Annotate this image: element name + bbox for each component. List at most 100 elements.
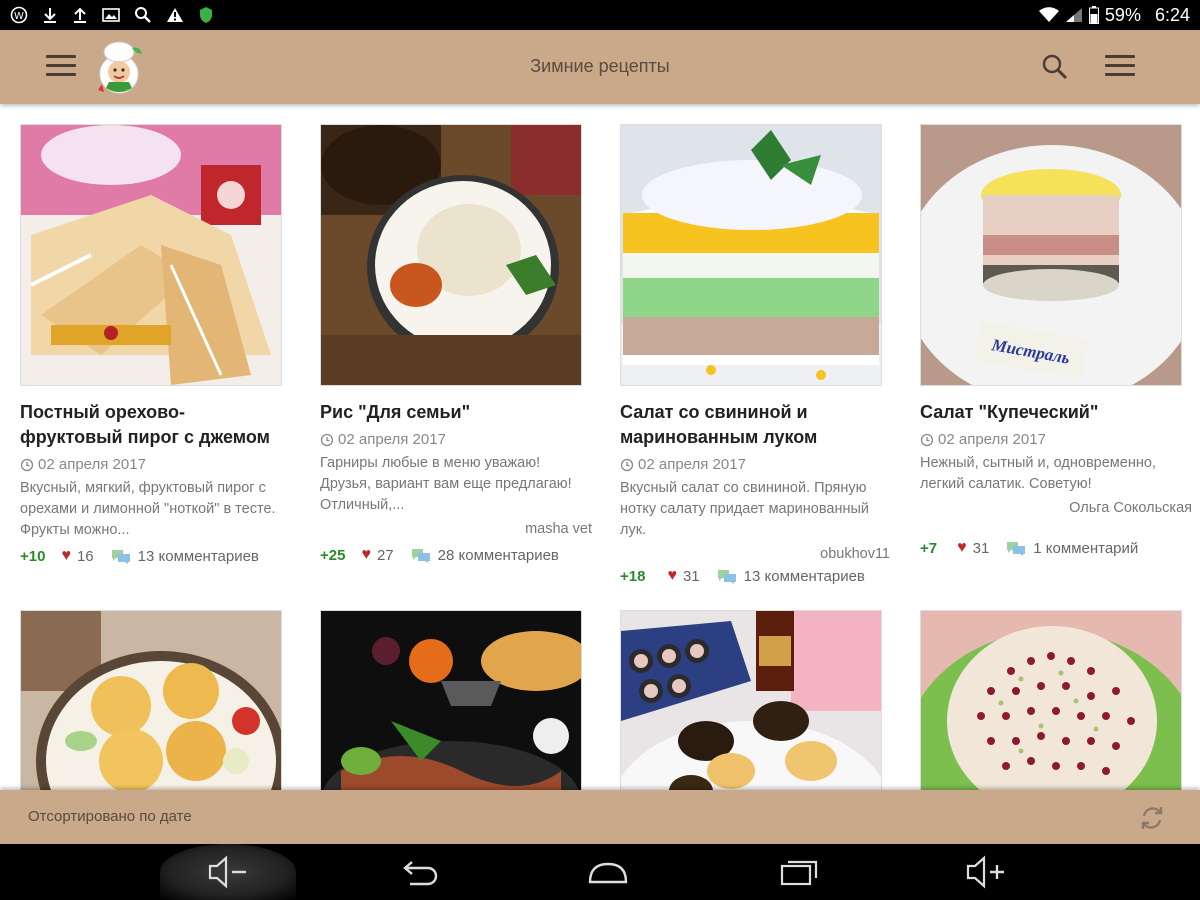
recipe-author[interactable]: masha vet bbox=[320, 518, 592, 540]
rating-count: +25 bbox=[320, 546, 346, 564]
recipe-description: Гарниры любые в меню уважаю! Друзья, вар… bbox=[320, 455, 572, 513]
battery-icon bbox=[1088, 6, 1099, 24]
shield-icon bbox=[200, 7, 212, 23]
recipe-card[interactable]: Салат со свининой и маринованным луком 0… bbox=[620, 124, 890, 585]
recipe-photo[interactable] bbox=[620, 124, 882, 386]
recipe-photo[interactable] bbox=[20, 610, 282, 790]
recipe-photo[interactable] bbox=[920, 610, 1182, 790]
recipe-stats: +7 ♥ 31 1 комментарий bbox=[920, 539, 1182, 557]
recipe-title[interactable]: Салат со свининой и маринованным луком bbox=[620, 400, 882, 450]
recipe-title[interactable]: Постный орехово-фруктовый пирог с джемом bbox=[20, 400, 282, 450]
recipe-stats: +10 ♥ 16 13 комментариев bbox=[20, 547, 282, 565]
upload-icon bbox=[74, 7, 86, 23]
volume-up-icon bbox=[966, 855, 1004, 889]
wifi-icon bbox=[1038, 7, 1059, 22]
comments-icon bbox=[717, 570, 736, 584]
wordpress-icon: W bbox=[10, 6, 28, 24]
search-button[interactable] bbox=[1040, 52, 1070, 82]
recipe-card[interactable] bbox=[620, 610, 882, 790]
clock-icon bbox=[320, 433, 334, 447]
recipe-date: 02 апреля 2017 bbox=[620, 454, 882, 476]
search-icon bbox=[1042, 54, 1068, 80]
likes-count: 31 bbox=[682, 567, 700, 585]
likes-count: 31 bbox=[972, 539, 990, 557]
recipe-card[interactable]: Мистраль Салат "Купеческий" 02 апреля 20… bbox=[920, 124, 1192, 557]
comments-icon bbox=[111, 550, 130, 564]
recipe-description: Вкусный салат со свининой. Пряную нотку … bbox=[620, 480, 869, 538]
heart-icon[interactable]: ♥ bbox=[61, 547, 71, 565]
app-bar: Зимние рецепты bbox=[0, 30, 1200, 104]
image-icon bbox=[102, 8, 120, 22]
recipe-author[interactable]: Ольга Сокольская bbox=[920, 497, 1192, 519]
comments-icon bbox=[1007, 542, 1026, 556]
signal-icon bbox=[1065, 8, 1082, 22]
chef-logo[interactable] bbox=[92, 38, 146, 96]
download-icon bbox=[44, 8, 56, 23]
back-button[interactable] bbox=[396, 854, 440, 890]
rating-count: +18 bbox=[620, 567, 646, 585]
likes-count: 27 bbox=[376, 546, 394, 564]
recent-apps-icon bbox=[780, 860, 818, 886]
comments-count[interactable]: 13 комментариев bbox=[138, 548, 259, 565]
recipe-card[interactable] bbox=[320, 610, 582, 790]
recipe-date-text: 02 апреля 2017 bbox=[38, 456, 146, 473]
heart-icon[interactable]: ♥ bbox=[361, 546, 371, 564]
clock-icon bbox=[620, 458, 634, 472]
recipe-stats: +18 ♥ 31 13 комментариев bbox=[620, 567, 882, 585]
recipe-card[interactable]: Постный орехово-фруктовый пирог с джемом… bbox=[20, 124, 282, 565]
recipe-card[interactable] bbox=[920, 610, 1182, 790]
chef-logo-icon bbox=[98, 41, 142, 94]
volume-down-button[interactable] bbox=[206, 854, 250, 890]
volume-down-icon bbox=[208, 855, 246, 889]
recipe-title[interactable]: Рис "Для семьи" bbox=[320, 400, 582, 425]
comments-count[interactable]: 13 комментариев bbox=[744, 568, 865, 585]
status-bar: W 59% 6:24 bbox=[0, 0, 1200, 30]
back-icon bbox=[403, 861, 438, 886]
recipe-date: 02 апреля 2017 bbox=[320, 429, 582, 451]
sort-label[interactable]: Отсортировано по дате bbox=[28, 808, 192, 825]
refresh-icon bbox=[1141, 807, 1163, 829]
recipe-stats: +25 ♥ 27 28 комментариев bbox=[320, 546, 582, 564]
battery-percent: 59% bbox=[1104, 4, 1141, 25]
refresh-button[interactable] bbox=[1136, 802, 1168, 834]
recipe-date: 02 апреля 2017 bbox=[20, 454, 282, 476]
heart-icon[interactable]: ♥ bbox=[667, 567, 677, 585]
recipe-author[interactable]: obukhov11 bbox=[620, 543, 890, 565]
page-title: Зимние рецепты bbox=[530, 56, 670, 76]
comments-count[interactable]: 28 комментариев bbox=[438, 547, 559, 564]
recipe-description: Вкусный, мягкий, фруктовый пирог с ореха… bbox=[20, 480, 276, 538]
overflow-menu-button[interactable] bbox=[1105, 55, 1135, 79]
search-status-icon bbox=[135, 7, 151, 23]
recipe-grid: Постный орехово-фруктовый пирог с джемом… bbox=[0, 104, 1200, 790]
comments-count[interactable]: 1 комментарий bbox=[1033, 540, 1138, 557]
likes-count: 16 bbox=[76, 547, 94, 565]
warning-icon bbox=[167, 8, 183, 22]
recipe-description: Нежный, сытный и, одновременно, легкий с… bbox=[920, 455, 1156, 492]
recipe-photo[interactable] bbox=[620, 610, 882, 790]
clock-icon bbox=[20, 458, 34, 472]
recipe-date: 02 апреля 2017 bbox=[920, 429, 1182, 451]
recipe-photo[interactable] bbox=[20, 124, 282, 386]
recent-apps-button[interactable] bbox=[776, 854, 820, 890]
heart-icon[interactable]: ♥ bbox=[957, 539, 967, 557]
volume-up-button[interactable] bbox=[966, 854, 1010, 890]
recipe-photo[interactable] bbox=[320, 610, 582, 790]
home-icon bbox=[588, 862, 628, 884]
recipe-title[interactable]: Салат "Купеческий" bbox=[920, 400, 1182, 425]
recipe-card[interactable] bbox=[20, 610, 282, 790]
recipe-card[interactable]: Рис "Для семьи" 02 апреля 2017 Гарниры л… bbox=[320, 124, 592, 564]
home-button[interactable] bbox=[586, 854, 630, 890]
recipe-date-text: 02 апреля 2017 bbox=[338, 431, 446, 448]
recipe-photo[interactable]: Мистраль bbox=[920, 124, 1182, 386]
clock: 6:24 bbox=[1154, 4, 1190, 25]
comments-icon bbox=[411, 549, 430, 563]
recipe-date-text: 02 апреля 2017 bbox=[638, 456, 746, 473]
svg-text:W: W bbox=[14, 11, 24, 22]
sort-bar: Отсортировано по дате bbox=[0, 790, 1200, 844]
recipe-photo[interactable] bbox=[320, 124, 582, 386]
recipe-date-text: 02 апреля 2017 bbox=[938, 431, 1046, 448]
rating-count: +10 bbox=[20, 547, 46, 565]
rating-count: +7 bbox=[920, 539, 938, 557]
nav-drawer-button[interactable] bbox=[46, 55, 76, 79]
clock-icon bbox=[920, 433, 934, 447]
